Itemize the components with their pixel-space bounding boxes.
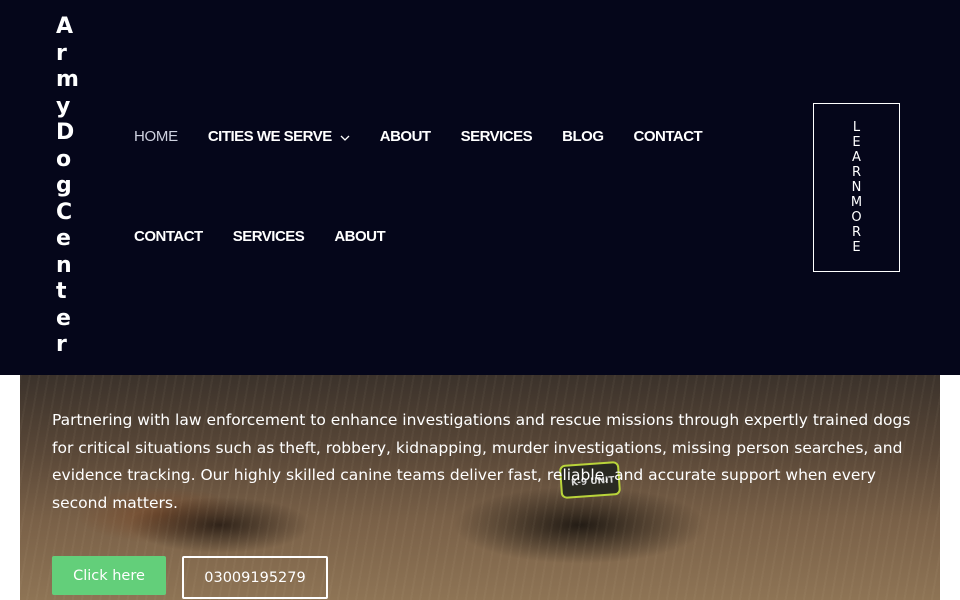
nav-link-cities-we-serve[interactable]: CITIES WE SERVE (208, 128, 350, 146)
phone-button[interactable]: 03009195279 (182, 556, 328, 599)
chevron-down-icon (340, 129, 350, 146)
hero-description: Partnering with law enforcement to enhan… (52, 411, 911, 512)
logo-letter: D (56, 120, 75, 145)
nav-link-services[interactable]: SERVICES (233, 228, 305, 245)
logo-letter: n (56, 252, 72, 278)
learn-more-letter: E (852, 135, 861, 150)
logo-letter: r (56, 332, 67, 357)
logo-letter: g (56, 173, 72, 198)
learn-more-letter: M (850, 195, 863, 210)
learn-more-letter: O (851, 210, 862, 225)
nav-link-home[interactable]: HOME (134, 128, 178, 145)
logo-letter: C (56, 199, 73, 225)
secondary-nav: CONTACT SERVICES ABOUT (134, 228, 386, 245)
learn-more-letter: L (852, 120, 861, 135)
learn-more-label: L E A R N M O R E (850, 120, 864, 255)
logo-letter: A (56, 14, 74, 39)
nav-link-contact[interactable]: CONTACT (134, 228, 203, 245)
click-here-button[interactable]: Click here (52, 556, 166, 595)
nav-link-about[interactable]: ABOUT (380, 128, 431, 145)
logo-letter: e (56, 226, 71, 251)
logo-letter: m (56, 67, 79, 92)
site-logo[interactable]: A r m y D o g C e n t e r (56, 14, 86, 359)
nav-link-blog[interactable]: BLOG (562, 128, 604, 145)
learn-more-letter: E (852, 240, 861, 255)
nav-link-contact[interactable]: CONTACT (634, 128, 703, 145)
logo-letter: y (56, 93, 71, 119)
primary-nav: HOME CITIES WE SERVE ABOUT SERVICES BLOG… (134, 128, 703, 146)
nav-link-about[interactable]: ABOUT (334, 228, 385, 245)
learn-more-letter: A (852, 150, 861, 165)
learn-more-letter: R (851, 165, 862, 180)
logo-letter: r (56, 40, 67, 66)
site-header: A r m y D o g C e n t e r HOME CITIES WE… (0, 0, 960, 375)
nav-link-label: CITIES WE SERVE (207, 128, 332, 145)
logo-letter: o (56, 146, 72, 172)
logo-letter: e (56, 305, 71, 331)
learn-more-letter: N (851, 180, 862, 195)
learn-more-button[interactable]: L E A R N M O R E (813, 103, 900, 272)
learn-more-letter: R (851, 225, 862, 240)
hero-section: K-9 UNIT Partnering with law enforcement… (20, 375, 940, 600)
nav-link-services[interactable]: SERVICES (461, 128, 533, 145)
logo-letter: t (56, 279, 67, 304)
